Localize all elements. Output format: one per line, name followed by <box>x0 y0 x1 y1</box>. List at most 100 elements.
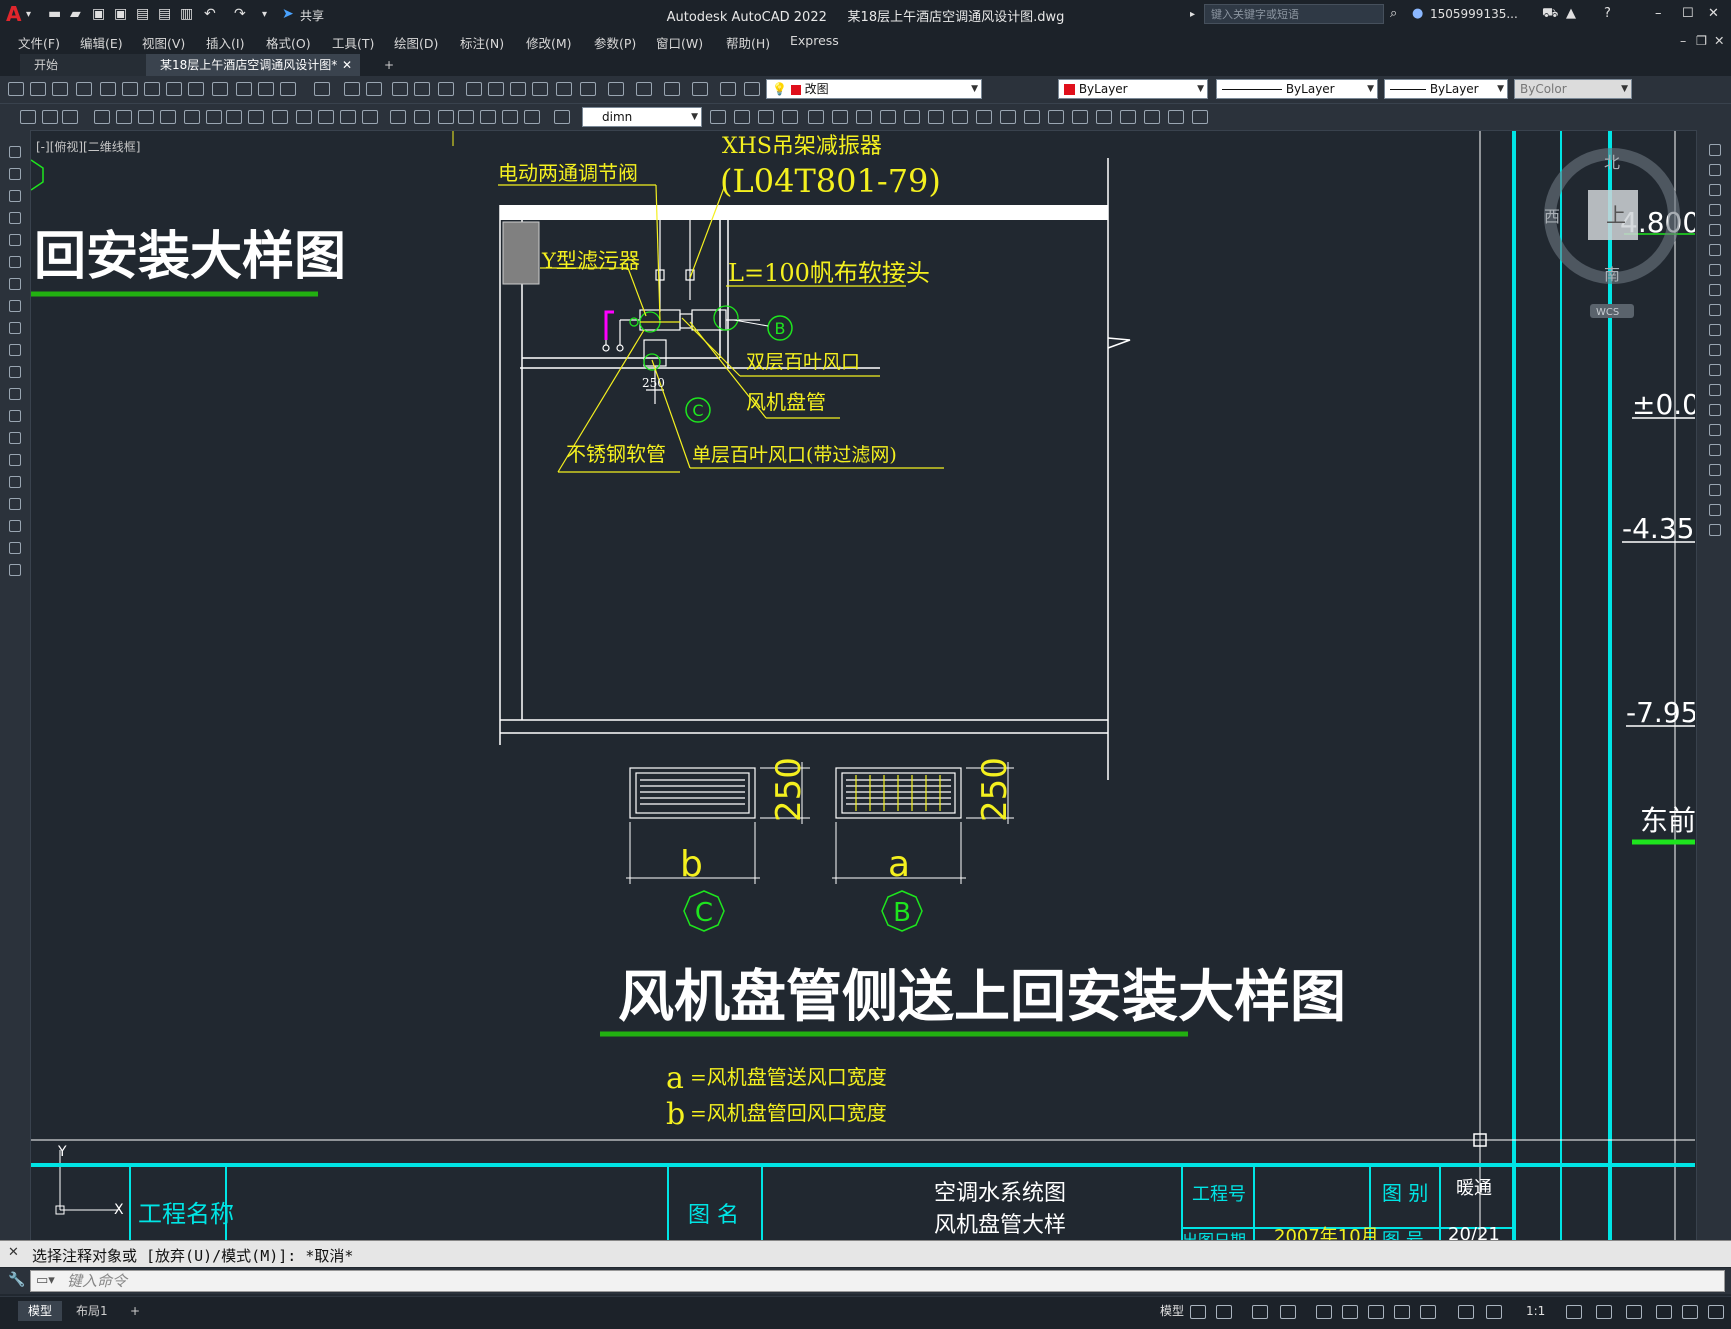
draw-tool-icon[interactable] <box>9 234 21 246</box>
tab-drawing[interactable]: 某18层上午酒店空调通风设计图* ✕ <box>146 54 360 76</box>
status-toggle-icon[interactable] <box>1566 1305 1582 1319</box>
draw-tool-icon[interactable] <box>9 410 21 422</box>
status-toggle-icon[interactable] <box>1596 1305 1612 1319</box>
standard-tool-icon[interactable] <box>52 82 68 96</box>
status-toggle-icon[interactable] <box>1280 1305 1296 1319</box>
modify-tool-icon[interactable] <box>1709 444 1721 456</box>
standard-tool-icon[interactable] <box>392 82 408 96</box>
command-input[interactable]: 键入命令 <box>30 1270 1725 1292</box>
draw-tool-icon[interactable] <box>9 388 21 400</box>
menu-help[interactable]: 帮助(H) <box>726 33 770 52</box>
standard-tool-icon[interactable] <box>236 82 252 96</box>
draw-tool-icon[interactable] <box>9 344 21 356</box>
dimension-tool-icon[interactable] <box>42 110 58 124</box>
dimstyle-dropdown[interactable]: dimn ▼ <box>582 107 702 127</box>
standard-tool-icon[interactable] <box>438 82 454 96</box>
dimension-tool-icon[interactable] <box>138 110 154 124</box>
dimension-tool-icon[interactable] <box>480 110 496 124</box>
status-toggle-icon[interactable] <box>1682 1305 1698 1319</box>
standard-tool-icon[interactable] <box>636 82 652 96</box>
dimension-tool-icon[interactable] <box>1024 110 1040 124</box>
dimension-tool-icon[interactable] <box>952 110 968 124</box>
draw-tool-icon[interactable] <box>9 278 21 290</box>
dimension-tool-icon[interactable] <box>710 110 726 124</box>
dimension-tool-icon[interactable] <box>904 110 920 124</box>
doc-close-icon[interactable]: ✕ <box>1714 33 1724 48</box>
modify-tool-icon[interactable] <box>1709 344 1721 356</box>
dimension-tool-icon[interactable] <box>1168 110 1184 124</box>
expand-search-icon[interactable]: ▸ <box>1190 9 1195 20</box>
modify-tool-icon[interactable] <box>1709 144 1721 156</box>
standard-tool-icon[interactable] <box>280 82 296 96</box>
dimension-tool-icon[interactable] <box>928 110 944 124</box>
dimension-tool-icon[interactable] <box>758 110 774 124</box>
modify-tool-icon[interactable] <box>1709 424 1721 436</box>
standard-tool-icon[interactable] <box>144 82 160 96</box>
dimension-tool-icon[interactable] <box>340 110 356 124</box>
modify-tool-icon[interactable] <box>1709 464 1721 476</box>
modify-tool-icon[interactable] <box>1709 484 1721 496</box>
modify-tool-icon[interactable] <box>1709 224 1721 236</box>
dimension-tool-icon[interactable] <box>272 110 288 124</box>
draw-tool-icon[interactable] <box>9 476 21 488</box>
standard-tool-icon[interactable] <box>30 82 46 96</box>
status-toggle-icon[interactable] <box>1316 1305 1332 1319</box>
dimension-tool-icon[interactable] <box>1192 110 1208 124</box>
dimension-tool-icon[interactable] <box>20 110 36 124</box>
autodesk-app-icon[interactable]: ▲ <box>1566 6 1576 21</box>
modify-tool-icon[interactable] <box>1709 404 1721 416</box>
dimension-tool-icon[interactable] <box>976 110 992 124</box>
dimension-tool-icon[interactable] <box>856 110 872 124</box>
user-name[interactable]: 1505999135... <box>1430 7 1518 21</box>
minimize-icon[interactable]: – <box>1655 6 1662 21</box>
standard-tool-icon[interactable] <box>692 82 708 96</box>
status-toggle-icon[interactable] <box>1486 1305 1502 1319</box>
standard-tool-icon[interactable] <box>532 82 548 96</box>
menu-window[interactable]: 窗口(W) <box>656 33 703 52</box>
menu-draw[interactable]: 绘图(D) <box>394 33 438 52</box>
add-layout-button[interactable]: + <box>120 1301 150 1321</box>
status-toggle-icon[interactable] <box>1394 1305 1410 1319</box>
draw-tool-icon[interactable] <box>9 520 21 532</box>
lineweight-dropdown[interactable]: ByLayer ▼ <box>1384 79 1508 99</box>
dimension-tool-icon[interactable] <box>184 110 200 124</box>
status-toggle-icon[interactable] <box>1458 1305 1474 1319</box>
standard-tool-icon[interactable] <box>166 82 182 96</box>
annotation-scale[interactable]: 1:1 <box>1516 1301 1555 1321</box>
status-toggle-icon[interactable] <box>1626 1305 1642 1319</box>
dimension-tool-icon[interactable] <box>1048 110 1064 124</box>
dimension-tool-icon[interactable] <box>1120 110 1136 124</box>
status-toggle-icon[interactable] <box>1342 1305 1358 1319</box>
standard-tool-icon[interactable] <box>664 82 680 96</box>
maximize-icon[interactable]: ☐ <box>1682 6 1694 21</box>
dimension-tool-icon[interactable] <box>94 110 110 124</box>
dimension-tool-icon[interactable] <box>62 110 78 124</box>
menu-insert[interactable]: 插入(I) <box>206 33 244 52</box>
draw-tool-icon[interactable] <box>9 542 21 554</box>
linetype-dropdown[interactable]: ByLayer ▼ <box>1216 79 1378 99</box>
command-close-icon[interactable]: ✕ <box>8 1245 19 1260</box>
color-dropdown[interactable]: ByLayer ▼ <box>1058 79 1208 99</box>
cart-icon[interactable]: ⛟ <box>1542 6 1558 23</box>
status-toggle-icon[interactable] <box>1420 1305 1436 1319</box>
modify-tool-icon[interactable] <box>1709 284 1721 296</box>
dimension-tool-icon[interactable] <box>808 110 824 124</box>
modify-tool-icon[interactable] <box>1709 164 1721 176</box>
modify-tool-icon[interactable] <box>1709 204 1721 216</box>
standard-tool-icon[interactable] <box>466 82 482 96</box>
menu-dimension[interactable]: 标注(N) <box>460 33 504 52</box>
layer-dropdown[interactable]: 💡 改图 ▼ <box>766 79 982 99</box>
plotstyle-dropdown[interactable]: ByColor ▼ <box>1514 79 1632 99</box>
draw-tool-icon[interactable] <box>9 190 21 202</box>
draw-tool-icon[interactable] <box>9 498 21 510</box>
modify-tool-icon[interactable] <box>1709 364 1721 376</box>
menu-tools[interactable]: 工具(T) <box>332 33 374 52</box>
standard-tool-icon[interactable] <box>188 82 204 96</box>
standard-tool-icon[interactable] <box>580 82 596 96</box>
drawing-svg[interactable]: 回安装大样图 电动两通调节阀 XHS吊架减振器 (L04T801-79) Y型滤… <box>31 131 1695 1240</box>
dimension-tool-icon[interactable] <box>734 110 750 124</box>
menu-modify[interactable]: 修改(M) <box>526 33 572 52</box>
viewport-controls[interactable]: [-][俯视][二维线框] <box>36 138 140 155</box>
dimension-tool-icon[interactable] <box>832 110 848 124</box>
standard-tool-icon[interactable] <box>314 82 330 96</box>
